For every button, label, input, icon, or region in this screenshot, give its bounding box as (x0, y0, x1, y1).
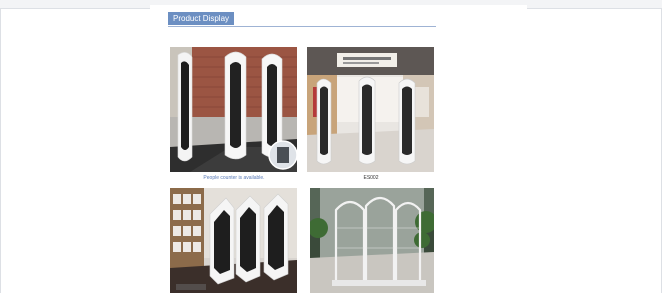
title-divider (168, 26, 436, 27)
product-photo-mall-store[interactable] (307, 47, 434, 172)
photo-caption-people-counter[interactable]: People counter is available. (170, 175, 298, 182)
product-photo-bookstore[interactable] (170, 188, 297, 293)
section-title: Product Display (168, 12, 235, 25)
product-display-section: Product Display People counter is availa… (150, 5, 527, 293)
photo-caption-model: ES002 (363, 175, 379, 181)
left-margin-panel (0, 8, 150, 293)
right-margin-panel (527, 8, 662, 293)
product-photo-arch-gates[interactable] (310, 188, 434, 293)
product-photo-store-entrance[interactable] (170, 47, 297, 172)
